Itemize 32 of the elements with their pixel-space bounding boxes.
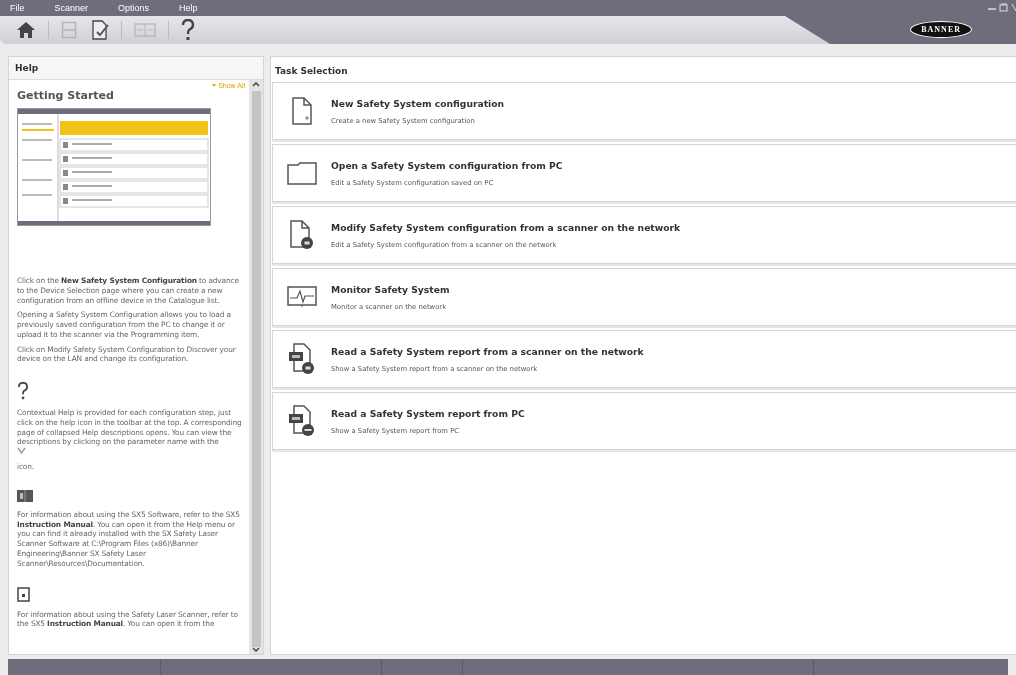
task-title: Read a Safety System report from PC <box>331 407 525 419</box>
help-icon[interactable] <box>181 19 195 41</box>
scrollbar[interactable] <box>249 80 263 654</box>
task-title: Monitor Safety System <box>331 283 450 295</box>
menu-item[interactable]: Help <box>175 2 202 14</box>
menu-item[interactable]: Scanner <box>50 2 93 14</box>
scroll-down-icon[interactable] <box>252 647 260 652</box>
folder-icon <box>287 161 317 185</box>
scrollbar-thumb[interactable] <box>251 91 261 647</box>
edit-document-icon[interactable] <box>91 20 109 40</box>
menu-item[interactable]: Options <box>114 2 154 14</box>
monitor-waveform-icon <box>287 286 317 308</box>
pdf-report-scanner-icon <box>288 343 316 375</box>
task-title: New Safety System configuration <box>331 97 505 109</box>
panel-title: Task Selection <box>274 65 349 78</box>
restore-icon[interactable] <box>999 3 1008 12</box>
question-mark-icon <box>17 382 29 401</box>
close-icon[interactable] <box>1011 3 1016 12</box>
task-title: Read a Safety System report from a scanner on the network <box>331 345 644 357</box>
scroll-up-icon[interactable] <box>252 82 260 87</box>
new-document-icon <box>291 97 313 125</box>
help-heading: Getting Started <box>17 89 115 102</box>
parameter-icon <box>17 447 26 455</box>
document-scanner-icon <box>289 220 315 250</box>
task-title: Modify Safety System configuration from a scanner on the network <box>331 221 681 233</box>
panel-title: Help <box>9 57 263 80</box>
pdf-report-icon <box>288 405 316 437</box>
book-icon <box>17 489 33 502</box>
home-icon[interactable] <box>16 21 36 39</box>
document-icon <box>17 586 30 602</box>
task-title: Open a Safety System configuration from PC <box>331 159 563 171</box>
menu-item[interactable]: File <box>6 2 29 14</box>
